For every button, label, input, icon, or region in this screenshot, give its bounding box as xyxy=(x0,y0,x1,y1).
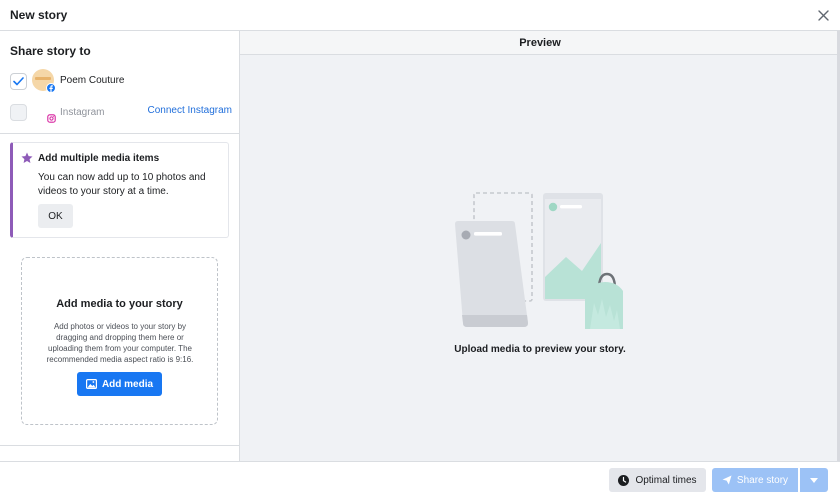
dialog-footer: Optimal times Share story xyxy=(0,461,840,498)
media-drop-zone[interactable]: Add media to your story Add photos or vi… xyxy=(21,257,218,425)
share-section-title: Share story to xyxy=(10,44,91,58)
chevron-down-icon xyxy=(810,477,818,483)
clock-icon xyxy=(618,474,630,486)
empty-preview-illustration xyxy=(455,192,623,329)
optimal-times-button[interactable]: Optimal times xyxy=(609,468,706,492)
star-icon xyxy=(21,152,33,163)
drop-zone-description: Add photos or videos to your story by dr… xyxy=(46,322,194,364)
account-row-facebook: Poem Couture xyxy=(10,69,232,95)
optimal-times-label: Optimal times xyxy=(635,474,697,486)
photo-icon xyxy=(85,379,97,389)
divider xyxy=(0,445,240,446)
notice-body: You can now add up to 10 photos and vide… xyxy=(38,172,206,197)
drop-zone-title: Add media to your story xyxy=(56,298,183,310)
preview-title: Preview xyxy=(519,37,561,49)
dialog-header: New story xyxy=(0,0,840,31)
notice-title: Add multiple media items xyxy=(38,153,160,164)
add-media-button[interactable]: Add media xyxy=(77,372,162,396)
dialog-title: New story xyxy=(10,8,68,22)
divider xyxy=(0,133,240,134)
notice-card: Add multiple media items You can now add… xyxy=(10,142,229,238)
instagram-checkbox[interactable] xyxy=(10,104,27,121)
facebook-icon xyxy=(46,83,56,93)
close-icon xyxy=(817,9,829,21)
preview-caption: Upload media to preview your story. xyxy=(454,344,626,355)
preview-header: Preview xyxy=(240,31,840,55)
account-row-instagram: Instagram Connect Instagram xyxy=(10,100,232,126)
instagram-icon xyxy=(46,113,56,123)
settings-panel: Share story to Poem Couture Instagram Co… xyxy=(0,31,240,461)
account-name: Instagram xyxy=(60,107,105,118)
share-story-label: Share story xyxy=(736,474,789,486)
connect-instagram-link[interactable]: Connect Instagram xyxy=(148,105,233,116)
check-icon xyxy=(13,77,24,86)
share-story-button[interactable]: Share story xyxy=(712,468,798,492)
close-button[interactable] xyxy=(814,6,832,24)
new-story-dialog: New story Share story to Poem Couture In… xyxy=(0,0,840,498)
ok-button[interactable]: OK xyxy=(38,204,73,228)
share-options-dropdown[interactable] xyxy=(800,468,828,492)
facebook-checkbox[interactable] xyxy=(10,73,27,90)
add-media-label: Add media xyxy=(101,378,154,390)
account-name: Poem Couture xyxy=(60,75,125,86)
preview-panel: Preview Upload media to preview your sto… xyxy=(240,31,840,461)
send-icon xyxy=(722,475,732,485)
